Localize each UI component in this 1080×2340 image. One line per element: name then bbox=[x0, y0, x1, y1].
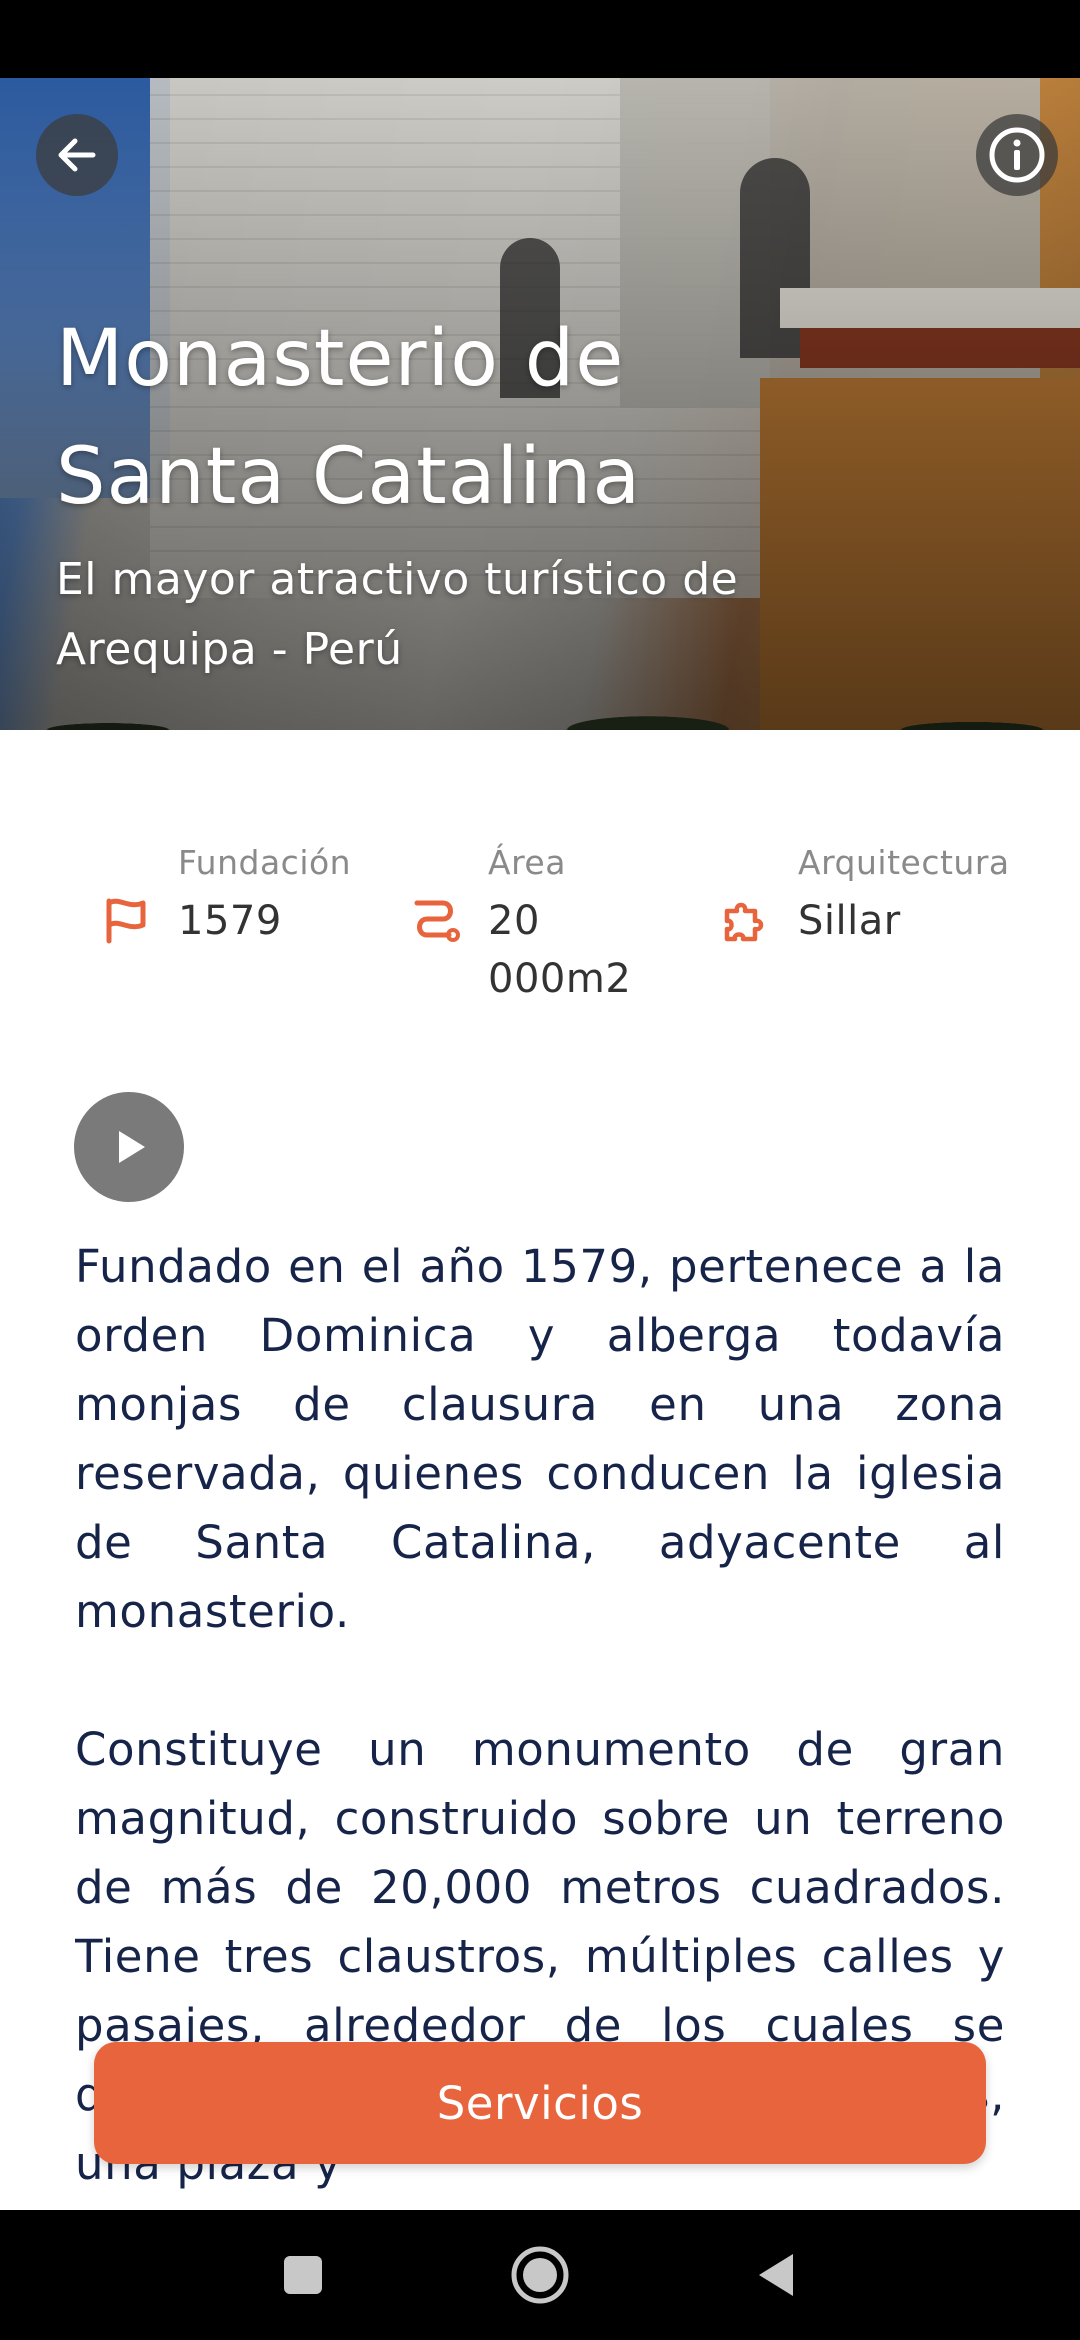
stat-arquitectura: Arquitectura Sillar bbox=[716, 838, 1010, 950]
stat-value: Sillar bbox=[798, 898, 901, 944]
info-button[interactable] bbox=[976, 114, 1058, 196]
flag-icon bbox=[96, 890, 156, 950]
arrow-left-icon bbox=[58, 138, 96, 172]
square-icon bbox=[284, 2256, 322, 2294]
stat-label: Área bbox=[488, 843, 566, 882]
audio-play-button[interactable] bbox=[74, 1092, 184, 1202]
servicios-button[interactable]: Servicios bbox=[94, 2042, 986, 2164]
home-button[interactable] bbox=[505, 2240, 575, 2310]
route-icon bbox=[406, 890, 466, 950]
description-paragraph: Fundado en el año 1579, pertenece a la o… bbox=[75, 1240, 1005, 1638]
stat-area: Área 20 000m2 bbox=[406, 838, 678, 1008]
back-button[interactable] bbox=[36, 114, 118, 196]
stat-value: 1579 bbox=[178, 898, 282, 944]
play-icon bbox=[119, 1131, 145, 1163]
recents-button[interactable] bbox=[268, 2240, 338, 2310]
page-title: Monasterio de Santa Catalina bbox=[56, 314, 642, 522]
stat-label: Fundación bbox=[178, 843, 352, 882]
system-nav-bar bbox=[0, 2210, 1080, 2340]
status-bar bbox=[0, 0, 1080, 78]
stat-label: Arquitectura bbox=[798, 843, 1010, 882]
back-nav-button[interactable] bbox=[740, 2240, 810, 2310]
screen: Monasterio de Santa Catalina El mayor at… bbox=[0, 0, 1080, 2340]
stat-fundacion: Fundación 1579 bbox=[96, 838, 368, 950]
puzzle-icon bbox=[716, 890, 776, 950]
page-subtitle: El mayor atractivo turístico de Arequipa… bbox=[56, 554, 739, 675]
stats-row: Fundación 1579 Área 20 000m2 Arquitectur… bbox=[0, 838, 1080, 1008]
circle-icon bbox=[511, 2246, 569, 2304]
info-icon bbox=[989, 127, 1045, 183]
stat-value: 20 000m2 bbox=[488, 898, 632, 1002]
triangle-back-icon bbox=[759, 2254, 793, 2296]
